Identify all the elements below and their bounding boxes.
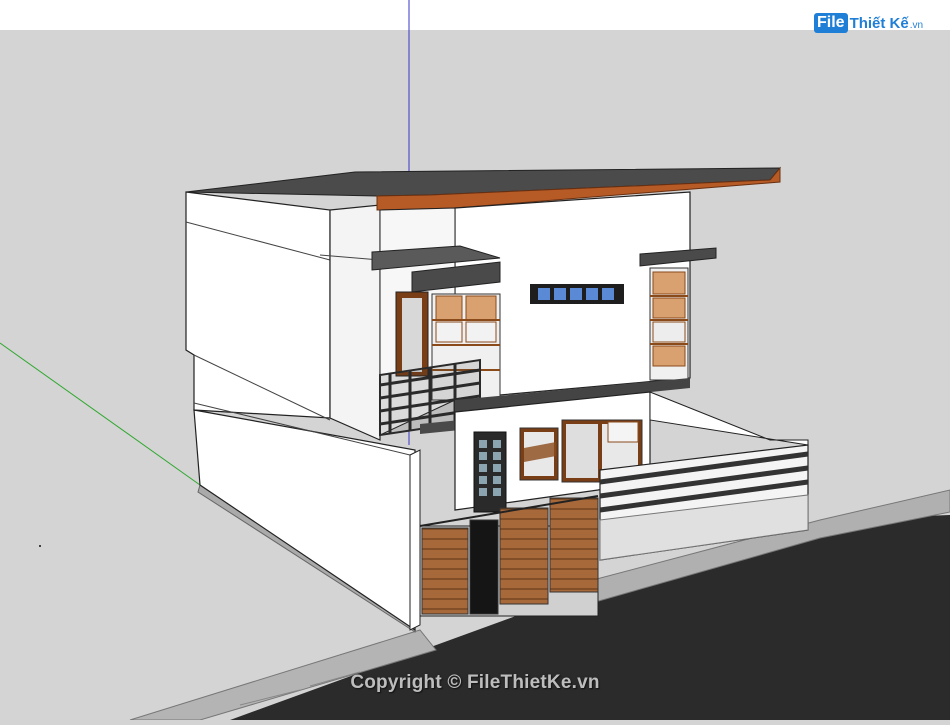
gate-pillar xyxy=(409,449,421,631)
upper-window-right xyxy=(649,267,689,381)
logo-text: Thiết Kế xyxy=(849,14,909,32)
logo-suffix: .vn xyxy=(909,19,924,31)
watermark-logo: File Thiết Kế .vn xyxy=(814,13,923,33)
viewport[interactable]: File Thiết Kế .vn Copyright © FileThietK… xyxy=(0,0,950,721)
main-door xyxy=(473,431,507,513)
ribbon-window xyxy=(530,284,624,304)
scene[interactable] xyxy=(0,0,950,721)
copyright-text: Copyright © FileThietKe.vn xyxy=(350,672,600,693)
side-wall-upper xyxy=(185,191,331,419)
setback-block xyxy=(329,204,381,441)
sky xyxy=(0,0,950,30)
ground-window-left xyxy=(519,427,559,481)
logo-box: File xyxy=(814,13,848,33)
